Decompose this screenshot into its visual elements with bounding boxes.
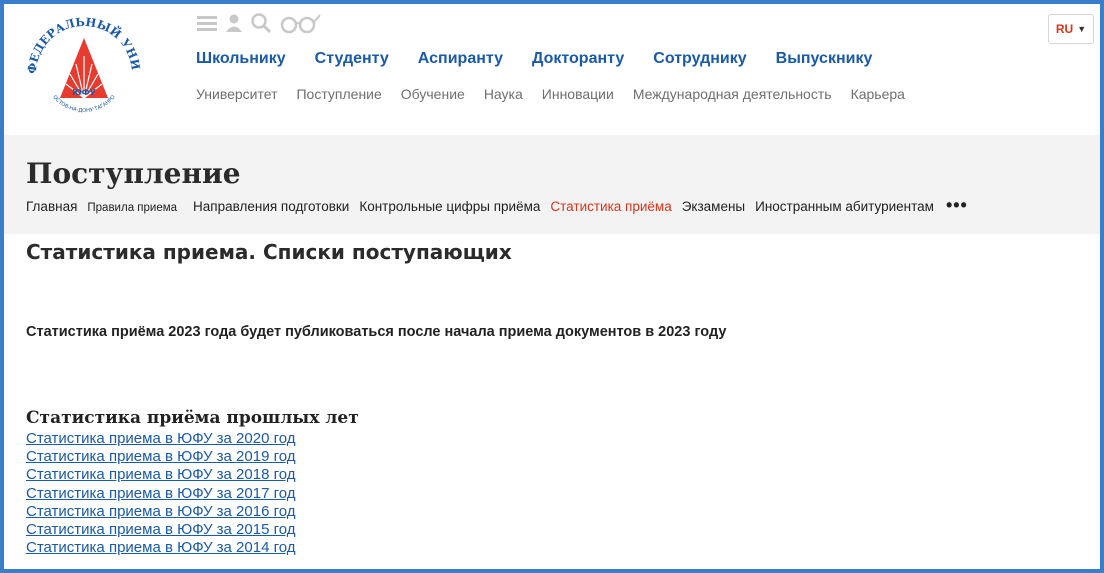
sub-nav-item-international[interactable]: Международная деятельность: [633, 86, 832, 102]
section-nav-item[interactable]: Направления подготовки: [193, 199, 349, 214]
stats-link-2018[interactable]: Статистика приема в ЮФУ за 2018 год: [26, 466, 296, 484]
search-icon[interactable]: [250, 12, 272, 34]
toolbar-icons: [196, 10, 322, 36]
stats-link-2014[interactable]: Статистика приема в ЮФУ за 2014 год: [26, 539, 296, 557]
stats-link-2020[interactable]: Статистика приема в ЮФУ за 2020 год: [26, 430, 296, 448]
sub-nav-item-science[interactable]: Наука: [484, 86, 523, 102]
university-logo[interactable]: ЮЖНЫЙ ФЕДЕРАЛЬНЫЙ УНИВЕРСИТЕТ ЮФУ РОСТОВ…: [22, 12, 146, 128]
main-nav-item-schoolchild[interactable]: Школьнику: [196, 50, 286, 68]
stats-link-2015[interactable]: Статистика приема в ЮФУ за 2015 год: [26, 521, 296, 539]
past-years-links: Статистика приема в ЮФУ за 2020 год Стат…: [26, 430, 296, 557]
menu-icon[interactable]: [196, 14, 218, 32]
section-nav-item[interactable]: Экзамены: [682, 199, 745, 214]
section-nav: Главная Правила приема Направления подго…: [26, 196, 968, 214]
stats-link-2017[interactable]: Статистика приема в ЮФУ за 2017 год: [26, 485, 296, 503]
sub-nav-item-university[interactable]: Университет: [196, 86, 277, 102]
language-code: RU: [1055, 22, 1074, 36]
user-icon[interactable]: [224, 13, 244, 33]
sub-nav-item-education[interactable]: Обучение: [401, 86, 465, 102]
main-nav-item-alumni[interactable]: Выпускнику: [776, 50, 873, 68]
sub-nav-item-career[interactable]: Карьера: [851, 86, 905, 102]
sub-nav-item-admission[interactable]: Поступление: [296, 86, 381, 102]
section-nav-item[interactable]: Иностранным абитуриентам: [755, 199, 934, 214]
main-nav-item-student[interactable]: Студенту: [315, 50, 389, 68]
stats-link-2019[interactable]: Статистика приема в ЮФУ за 2019 год: [26, 448, 296, 466]
chevron-down-icon: ▼: [1077, 24, 1087, 34]
sub-nav-item-innovation[interactable]: Инновации: [542, 86, 614, 102]
sub-nav: Университет Поступление Обучение Наука И…: [196, 86, 924, 102]
section-nav-item[interactable]: Правила приема: [87, 202, 177, 214]
browser-frame: ЮЖНЫЙ ФЕДЕРАЛЬНЫЙ УНИВЕРСИТЕТ ЮФУ РОСТОВ…: [0, 0, 1104, 573]
page-title: Поступление: [26, 157, 241, 190]
main-nav-item-employee[interactable]: Сотруднику: [653, 50, 746, 68]
glasses-icon[interactable]: [278, 12, 322, 34]
past-years-heading: Статистика приёма прошлых лет: [26, 408, 359, 428]
stats-link-2016[interactable]: Статистика приема в ЮФУ за 2016 год: [26, 503, 296, 521]
main-content: Статистика приема. Списки поступающих Ст…: [26, 240, 1076, 556]
content-heading: Статистика приема. Списки поступающих: [26, 240, 512, 264]
main-nav-item-postgraduate[interactable]: Аспиранту: [418, 50, 503, 68]
section-band: Поступление Главная Правила приема Напра…: [4, 135, 1100, 234]
more-icon[interactable]: •••: [946, 196, 968, 214]
svg-text:ЮФУ: ЮФУ: [72, 88, 96, 97]
main-nav-item-doctoral[interactable]: Докторанту: [532, 50, 624, 68]
notice-text: Статистика приёма 2023 года будет публик…: [26, 324, 727, 340]
section-nav-item[interactable]: Контрольные цифры приёма: [359, 199, 540, 214]
main-nav: Школьнику Студенту Аспиранту Докторанту …: [196, 50, 901, 68]
section-nav-item-active[interactable]: Статистика приёма: [550, 199, 671, 214]
site-header: ЮЖНЫЙ ФЕДЕРАЛЬНЫЙ УНИВЕРСИТЕТ ЮФУ РОСТОВ…: [4, 4, 1100, 135]
section-nav-item[interactable]: Главная: [26, 199, 77, 214]
language-selector[interactable]: RU ▼: [1048, 14, 1094, 44]
